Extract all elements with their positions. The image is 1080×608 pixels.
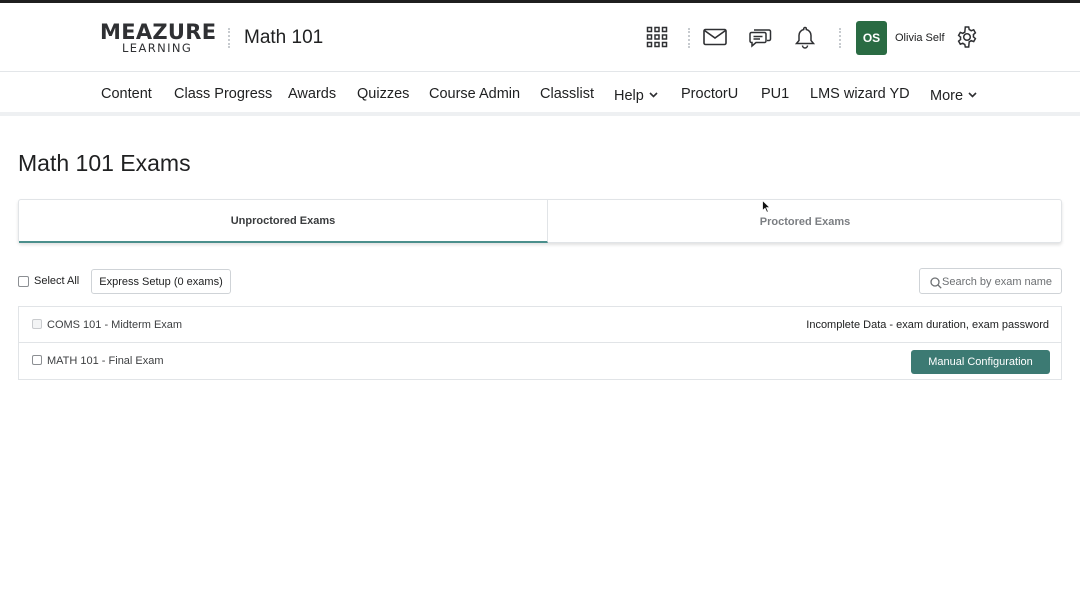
avatar[interactable]: OS bbox=[856, 21, 887, 55]
search-icon bbox=[930, 276, 942, 294]
chat-icon[interactable] bbox=[746, 23, 774, 51]
select-all-checkbox[interactable] bbox=[18, 276, 29, 287]
nav-item-lms-wizard[interactable]: LMS wizard YD bbox=[810, 86, 910, 103]
exam-status: Incomplete Data - exam duration, exam pa… bbox=[806, 319, 1049, 331]
header-divider bbox=[688, 28, 690, 48]
meazure-logo[interactable]: MEAZURE LEARNING bbox=[100, 20, 216, 56]
nav-item-help[interactable]: Help bbox=[614, 86, 658, 105]
nav-item-help-label: Help bbox=[614, 88, 644, 104]
gear-icon[interactable] bbox=[953, 23, 981, 51]
exam-checkbox[interactable] bbox=[32, 355, 42, 365]
apps-grid-icon[interactable] bbox=[643, 23, 671, 51]
page-title: Math 101 Exams bbox=[18, 150, 191, 176]
search-input[interactable] bbox=[942, 273, 1058, 290]
course-nav: Content Class Progress Awards Quizzes Co… bbox=[0, 72, 1080, 116]
chevron-down-icon bbox=[968, 86, 977, 103]
tab-proctored-exams[interactable]: Proctored Exams bbox=[548, 200, 1062, 243]
exam-tabs: Unproctored Exams Proctored Exams bbox=[18, 199, 1062, 243]
header: MEAZURE LEARNING Math 101 OS Olivia Self bbox=[0, 3, 1080, 72]
mail-icon[interactable] bbox=[701, 23, 729, 51]
nav-item-content[interactable]: Content bbox=[101, 86, 152, 103]
nav-item-course-admin[interactable]: Course Admin bbox=[429, 86, 520, 103]
nav-item-proctoru[interactable]: ProctorU bbox=[681, 86, 738, 103]
manual-configuration-button[interactable]: Manual Configuration bbox=[911, 350, 1050, 374]
exam-search[interactable] bbox=[919, 268, 1062, 294]
chevron-down-icon bbox=[649, 86, 658, 103]
exam-name: COMS 101 - Midterm Exam bbox=[47, 319, 183, 331]
express-setup-button[interactable]: Express Setup (0 exams) bbox=[91, 269, 231, 294]
user-name[interactable]: Olivia Self bbox=[895, 32, 945, 44]
exam-checkbox bbox=[32, 319, 42, 329]
nav-item-quizzes[interactable]: Quizzes bbox=[357, 86, 409, 103]
tab-unproctored-exams[interactable]: Unproctored Exams bbox=[19, 200, 548, 243]
nav-item-awards[interactable]: Awards bbox=[288, 86, 336, 103]
exam-list: COMS 101 - Midterm Exam Incomplete Data … bbox=[18, 306, 1062, 380]
course-title[interactable]: Math 101 bbox=[244, 27, 323, 49]
mouse-cursor-icon bbox=[762, 199, 771, 218]
nav-item-classlist[interactable]: Classlist bbox=[540, 86, 594, 103]
nav-item-more-label: More bbox=[930, 88, 964, 104]
nav-item-pu1[interactable]: PU1 bbox=[761, 86, 789, 103]
select-all-label[interactable]: Select All bbox=[34, 275, 79, 287]
bell-icon[interactable] bbox=[791, 23, 819, 51]
nav-item-class-progress[interactable]: Class Progress bbox=[174, 86, 272, 103]
header-divider bbox=[228, 28, 230, 48]
nav-item-more[interactable]: More bbox=[930, 86, 977, 105]
exam-name: MATH 101 - Final Exam bbox=[47, 355, 164, 367]
list-item: MATH 101 - Final Exam Manual Configurati… bbox=[19, 343, 1061, 379]
header-divider bbox=[839, 28, 841, 48]
logo-subtitle: LEARNING bbox=[122, 41, 193, 55]
list-item: COMS 101 - Midterm Exam Incomplete Data … bbox=[19, 307, 1061, 343]
